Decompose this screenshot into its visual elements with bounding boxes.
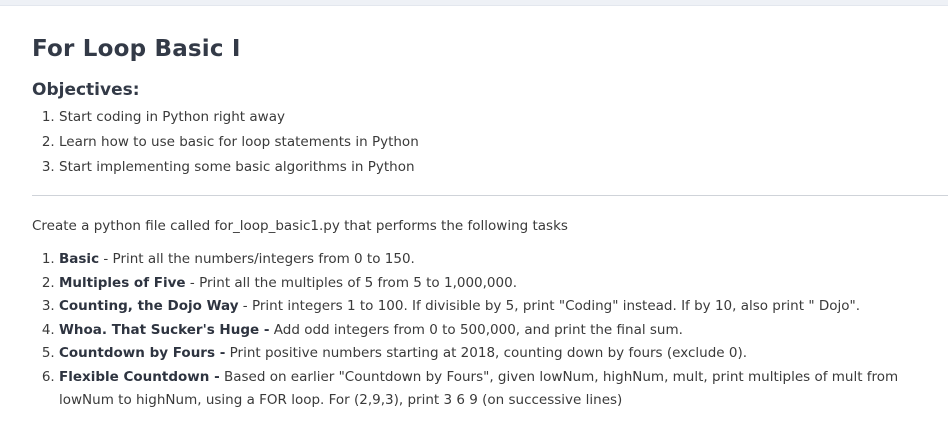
page-title: For Loop Basic I — [32, 36, 241, 62]
task-name: Multiples of Five — [59, 274, 186, 291]
task-item: Basic - Print all the numbers/integers f… — [59, 248, 939, 272]
task-item: Counting, the Dojo Way - Print integers … — [59, 295, 939, 319]
task-item: Whoa. That Sucker's Huge - Add odd integ… — [59, 319, 939, 343]
task-item: Countdown by Fours - Print positive numb… — [59, 342, 939, 366]
tasks-list: Basic - Print all the numbers/integers f… — [32, 248, 939, 413]
task-name: Whoa. That Sucker's Huge - — [59, 321, 270, 338]
objective-item: Learn how to use basic for loop statemen… — [59, 130, 948, 155]
task-name: Countdown by Fours - — [59, 345, 226, 361]
objective-item: Start coding in Python right away — [59, 105, 948, 130]
task-description: Add odd integers from 0 to 500,000, and … — [273, 321, 683, 338]
section-divider — [32, 195, 948, 196]
task-item: Flexible Countdown - Based on earlier "C… — [59, 366, 939, 413]
task-separator: - — [185, 274, 200, 291]
task-name: Counting, the Dojo Way — [59, 298, 239, 314]
task-name: Flexible Countdown - — [59, 368, 220, 385]
assignment-content: For Loop Basic I Objectives: Start codin… — [32, 35, 948, 413]
objectives-heading: Objectives: — [32, 80, 140, 100]
task-description: Print all the multiples of 5 from 5 to 1… — [199, 274, 517, 291]
task-name: Basic — [59, 251, 100, 267]
top-border — [0, 0, 948, 6]
task-intro: Create a python file called for_loop_bas… — [32, 218, 568, 234]
task-separator: - — [99, 251, 113, 267]
objective-item: Start implementing some basic algorithms… — [59, 155, 948, 180]
task-description: Print integers 1 to 100. If divisible by… — [251, 298, 860, 314]
task-description: Print all the numbers/integers from 0 to… — [112, 251, 415, 267]
objectives-list: Start coding in Python right away Learn … — [32, 105, 948, 180]
task-item: Multiples of Five - Print all the multip… — [59, 272, 939, 296]
task-description: Print positive numbers starting at 2018,… — [229, 345, 748, 361]
task-separator: - — [238, 298, 252, 314]
